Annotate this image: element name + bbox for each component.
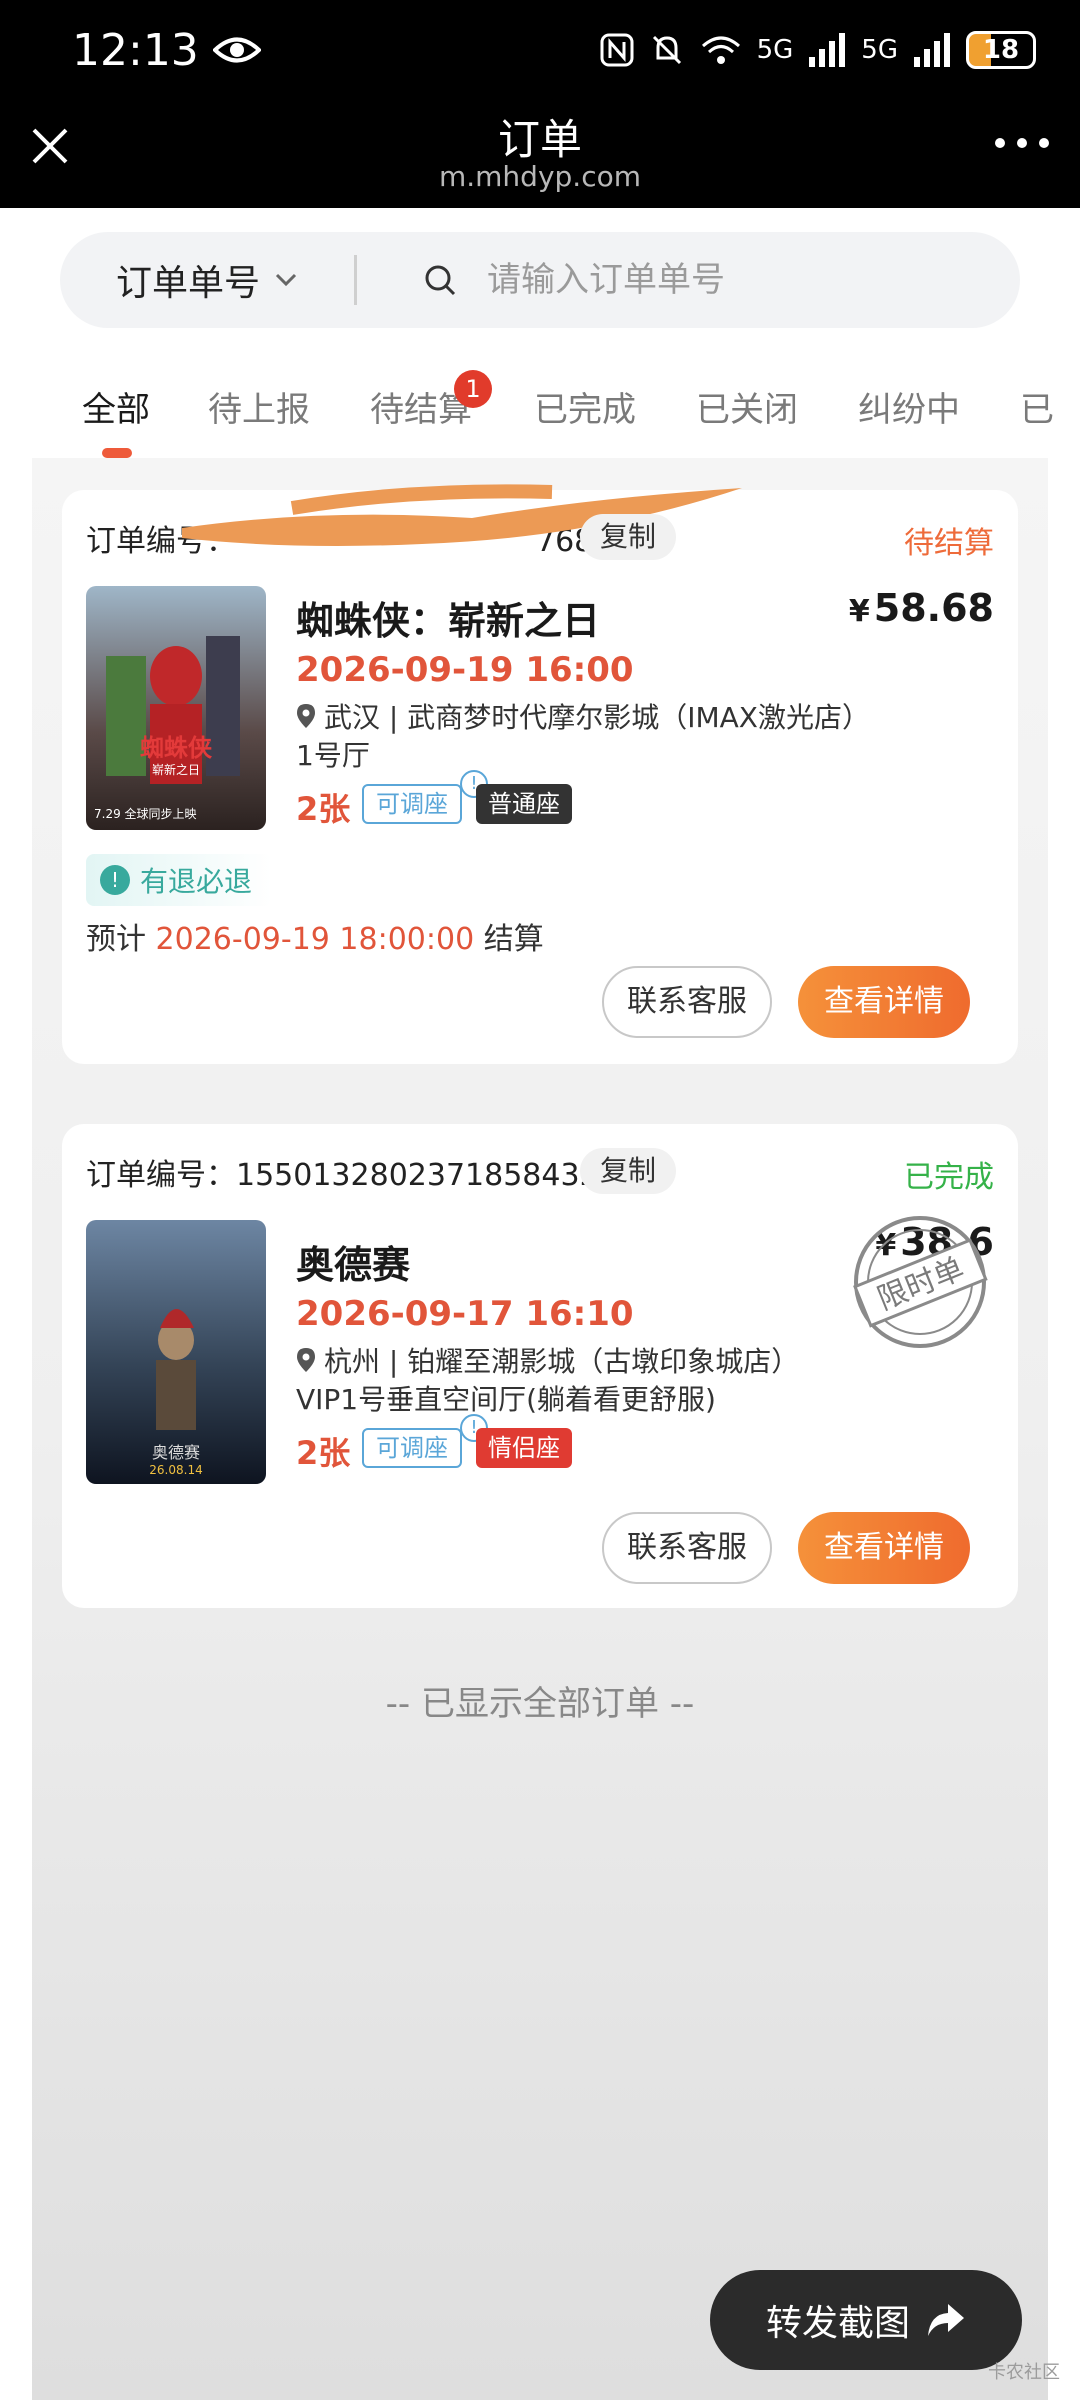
order-price: ¥58.68	[849, 586, 994, 630]
network-label: 5G	[756, 35, 794, 65]
title-bar: 订单 m.mhdyp.com	[0, 100, 1080, 208]
status-tabs: 全部 待上报 待结算 1 已完成 已关闭 纠纷中 已	[0, 370, 1080, 460]
tab-all[interactable]: 全部	[82, 382, 150, 431]
movie-title: 蜘蛛侠：崭新之日	[296, 599, 601, 643]
poster-sub-text: 崭新之日	[152, 762, 200, 777]
wifi-icon	[701, 36, 740, 64]
refund-tag: ! 有退必退	[86, 854, 273, 906]
status-right: 5G 5G 18	[599, 31, 1036, 69]
movie-poster[interactable]: 奥德赛 26.08.14	[86, 1220, 266, 1484]
tab-closed[interactable]: 已关闭	[696, 382, 798, 431]
search-bar: 订单单号	[60, 232, 1020, 328]
venue-text: 武汉 | 武商梦时代摩尔影城（IMAX激光店）	[324, 701, 870, 734]
tab-completed[interactable]: 已完成	[534, 382, 636, 431]
settle-date: 2026-09-19 18:00:00	[155, 922, 475, 957]
search-input[interactable]	[487, 260, 967, 300]
seat-type-tag: 普通座	[476, 784, 572, 824]
location-pin-icon	[297, 1348, 315, 1372]
list-end-text: -- 已显示全部订单 --	[385, 1684, 695, 1724]
poster-date-text: 26.08.14	[149, 1463, 202, 1477]
settle-prefix: 预计	[86, 922, 146, 957]
page-url: m.mhdyp.com	[438, 160, 641, 193]
adjustable-seat-tag: 可调座	[362, 1428, 462, 1468]
status-time: 12:13	[72, 24, 199, 76]
signal-icon-2	[914, 33, 950, 67]
movie-title: 奥德赛	[296, 1243, 411, 1287]
alert-icon: !	[100, 865, 130, 895]
status-left: 12:13	[72, 25, 261, 76]
watermark: 卡农社区	[988, 2362, 1060, 2383]
contact-service-button[interactable]: 联系客服	[602, 1512, 772, 1584]
showtime: 2026-09-19 16:00	[296, 650, 634, 690]
search-type-select[interactable]: 订单单号	[60, 254, 354, 306]
more-icon[interactable]	[992, 128, 1052, 158]
order-card: 订单编号：1550132802371858432 复制 已完成 奥德赛 26.0…	[62, 1124, 1018, 1608]
poster-image: 奥德赛 26.08.14	[86, 1220, 266, 1484]
share-button-label: 转发截图	[765, 2303, 910, 2344]
search-type-label: 订单单号	[116, 263, 261, 304]
hall: VIP1号垂直空间厅(躺着看更舒服)	[296, 1383, 716, 1416]
order-status: 已完成	[904, 1160, 994, 1195]
price-value: 58.68	[873, 586, 994, 630]
tab-badge: 1	[454, 370, 492, 408]
tab-to-report[interactable]: 待上报	[208, 382, 310, 431]
order-card: 订单编号： 768 复制 待结算 蜘蛛侠 崭新之日 7.29 全球同步上映 蜘蛛侠…	[62, 484, 1018, 1064]
page-title: 订单	[497, 115, 582, 164]
nfc-icon	[600, 33, 634, 67]
search-field	[357, 260, 1020, 300]
hall: 1号厅	[296, 739, 370, 772]
view-details-button[interactable]: 查看详情	[798, 1512, 970, 1584]
tab-more[interactable]: 已	[1020, 382, 1054, 431]
poster-title-text: 奥德赛	[152, 1443, 200, 1462]
share-screenshot-button[interactable]: 转发截图	[710, 2270, 1022, 2370]
settlement-info: 预计 2026-09-19 18:00:00 结算	[86, 914, 544, 958]
copy-button[interactable]: 复制	[580, 514, 677, 560]
network-label-2: 5G	[861, 35, 898, 65]
order-status: 待结算	[904, 526, 994, 561]
view-details-button[interactable]: 查看详情	[798, 966, 970, 1038]
venue: 杭州 | 铂耀至潮影城（古墩印象城店）	[296, 1340, 799, 1380]
poster-image: 蜘蛛侠 崭新之日 7.29 全球同步上映	[86, 586, 266, 830]
movie-poster[interactable]: 蜘蛛侠 崭新之日 7.29 全球同步上映	[86, 586, 266, 830]
battery-indicator: 18	[966, 31, 1036, 69]
share-arrow-icon	[928, 2304, 964, 2336]
ticket-count: 2张	[296, 790, 351, 828]
mute-bell-icon	[652, 35, 681, 65]
contact-service-button[interactable]: 联系客服	[602, 966, 772, 1038]
price-currency: ¥	[848, 594, 870, 629]
adjustable-seat-tag: 可调座	[362, 784, 462, 824]
order-number: 订单编号：1550132802371858432	[86, 1158, 599, 1193]
search-icon	[425, 265, 456, 296]
copy-button[interactable]: 复制	[580, 1148, 677, 1194]
status-bar: 12:13 5G 5G 18	[0, 0, 1080, 100]
location-pin-icon	[297, 704, 315, 728]
venue-text: 杭州 | 铂耀至潮影城（古墩印象城店）	[324, 1345, 800, 1378]
tab-dispute[interactable]: 纠纷中	[858, 382, 960, 431]
eye-icon	[212, 37, 261, 63]
poster-title-text: 蜘蛛侠	[140, 734, 213, 762]
chevron-down-icon	[275, 273, 297, 287]
refund-text: 有退必退	[140, 865, 253, 898]
signal-icon	[809, 33, 846, 67]
venue: 武汉 | 武商梦时代摩尔影城（IMAX激光店）	[296, 696, 870, 736]
poster-date-text: 7.29 全球同步上映	[94, 806, 197, 821]
battery-level: 18	[982, 35, 1020, 65]
tab-active-indicator	[102, 448, 132, 458]
showtime: 2026-09-17 16:10	[296, 1294, 634, 1334]
limited-time-stamp: 限时单	[853, 1216, 988, 1348]
seat-type-tag: 情侣座	[476, 1428, 572, 1468]
ticket-count: 2张	[296, 1434, 351, 1472]
settle-suffix: 结算	[483, 922, 544, 957]
